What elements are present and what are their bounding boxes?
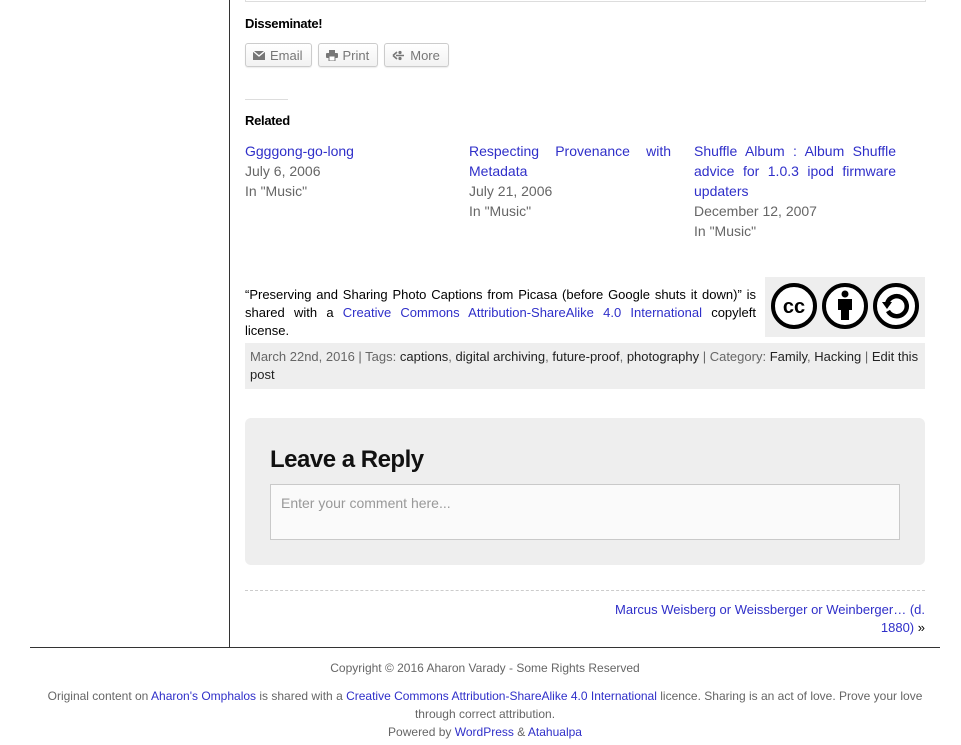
related-post-date: July 21, 2006 <box>469 183 553 199</box>
powered-amp: & <box>513 725 528 739</box>
footer-license: Original content on Aharon's Omphalos is… <box>30 687 940 723</box>
related-post-category: In "Music" <box>469 203 532 219</box>
footer-copyright: Copyright © 2016 Aharon Varady - Some Ri… <box>330 661 640 675</box>
previous-section-box <box>245 0 926 2</box>
related-post: Ggggong-go-long July 6, 2006 In "Music" <box>245 141 447 201</box>
footer-divider <box>30 647 940 648</box>
next-arrow: » <box>917 620 925 635</box>
related-post-category: In "Music" <box>694 223 757 239</box>
tag-link[interactable]: photography <box>627 349 699 364</box>
related-post-link[interactable]: Ggggong-go-long <box>245 141 447 161</box>
tag-link[interactable]: digital archiving <box>456 349 546 364</box>
related-post-date: December 12, 2007 <box>694 203 817 219</box>
related-post: Respecting Provenance with Metadata July… <box>469 141 671 221</box>
sharealike-icon <box>872 282 920 333</box>
tags-label: Tags: <box>365 349 397 364</box>
cc-icon: cc <box>770 282 818 333</box>
comment-input[interactable]: Enter your comment here... <box>270 484 900 540</box>
email-share-label: Email <box>270 47 303 63</box>
post-meta: March 22nd, 2016 | Tags: captions, digit… <box>245 343 925 389</box>
footer-shared-with: is shared with a <box>256 689 347 703</box>
printer-icon <box>325 49 338 61</box>
wordpress-link[interactable]: WordPress <box>455 725 514 739</box>
reply-title: Leave a Reply <box>270 446 424 473</box>
print-label: Print <box>342 47 370 63</box>
more-share-button[interactable]: More <box>384 43 449 67</box>
license-post-title: “Preserving and Sharing Photo Captions f… <box>245 287 742 302</box>
related-post-link[interactable]: Respecting Provenance with Metadata <box>469 141 671 181</box>
share-buttons: Email Print More <box>245 43 449 67</box>
footer-original-prefix: Original content on <box>47 689 152 703</box>
next-post-link[interactable]: Marcus Weisberg or Weissberger or Weinbe… <box>615 602 925 635</box>
email-share-button[interactable]: Email <box>245 43 312 67</box>
category-label: Category: <box>709 349 767 364</box>
envelope-icon <box>253 50 265 60</box>
site-link[interactable]: Aharon's Omphalos <box>151 689 256 703</box>
cc-license-badge[interactable]: cc <box>765 277 925 337</box>
share-heading: Disseminate! <box>245 16 323 31</box>
sidebar-divider <box>229 0 230 647</box>
related-divider <box>245 99 288 100</box>
related-heading: Related <box>245 113 290 128</box>
post-date: March 22nd, 2016 <box>250 349 355 364</box>
tag-link[interactable]: future-proof <box>552 349 619 364</box>
related-post-date: July 6, 2006 <box>245 163 321 179</box>
comment-form: Leave a Reply Enter your comment here... <box>245 418 925 565</box>
category-link[interactable]: Family <box>770 349 807 364</box>
license-notice: “Preserving and Sharing Photo Captions f… <box>245 286 756 340</box>
category-link[interactable]: Hacking <box>814 349 861 364</box>
next-post-nav: Marcus Weisberg or Weissberger or Weinbe… <box>605 601 925 637</box>
theme-link[interactable]: Atahualpa <box>528 725 582 739</box>
related-post-category: In "Music" <box>245 183 308 199</box>
related-post-link[interactable]: Shuffle Album : Album Shuffle advice for… <box>694 141 896 201</box>
more-label: More <box>410 47 440 63</box>
svg-text:cc: cc <box>783 296 805 318</box>
post-nav-divider <box>245 590 925 591</box>
powered-by-label: Powered by <box>388 725 455 739</box>
share-icon <box>392 50 405 61</box>
tag-link[interactable]: captions <box>400 349 448 364</box>
license-link[interactable]: Creative Commons Attribution-ShareAlike … <box>343 305 702 320</box>
related-post: Shuffle Album : Album Shuffle advice for… <box>694 141 896 241</box>
footer-license-link[interactable]: Creative Commons Attribution-ShareAlike … <box>346 689 657 703</box>
attribution-icon <box>821 282 869 333</box>
print-button[interactable]: Print <box>317 43 379 67</box>
footer-powered-by: Powered by WordPress & Atahualpa <box>30 723 940 741</box>
